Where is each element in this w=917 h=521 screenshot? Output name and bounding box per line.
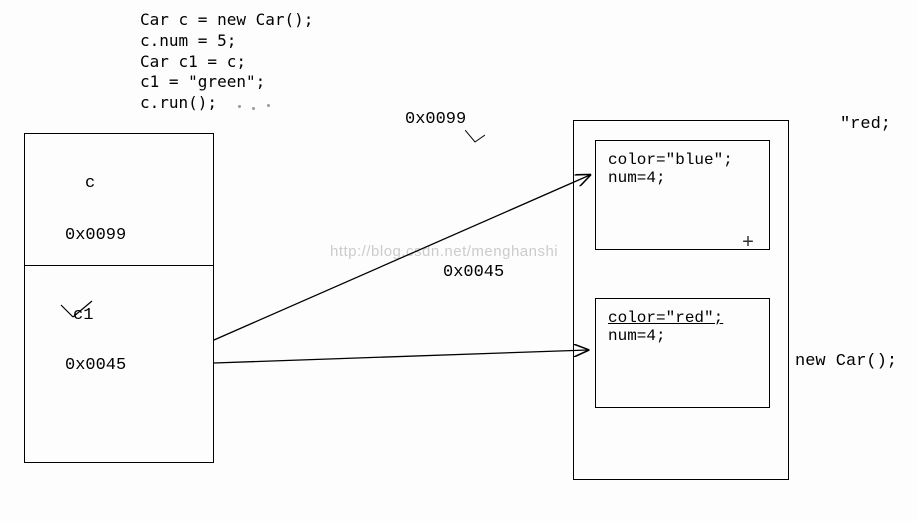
- code-line: c1 = "green";: [140, 72, 265, 91]
- code-line: c.num = 5;: [140, 31, 236, 50]
- heap-address-label-1: 0x0099: [405, 110, 466, 129]
- stack-var-c-name: c: [85, 174, 95, 193]
- code-line: Car c = new Car();: [140, 10, 313, 29]
- side-text-red: "red;: [840, 115, 891, 134]
- watermark-text: http://blog.csdn.net/menghanshi: [330, 243, 558, 260]
- heap-address-label-2: 0x0045: [443, 263, 504, 282]
- obj1-num-line: num=4;: [608, 169, 757, 187]
- side-text-new-car: new Car();: [795, 352, 897, 371]
- stack-var-c1-address: 0x0045: [65, 356, 126, 375]
- obj1-color-line: color="blue";: [608, 151, 757, 169]
- code-line: Car c1 = c;: [140, 52, 246, 71]
- obj2-num-line: num=4;: [608, 327, 757, 345]
- stack-var-c-address: 0x0099: [65, 226, 126, 245]
- arrow-c1-to-obj2: [214, 350, 588, 363]
- decorative-dot: [267, 104, 270, 107]
- decorative-dot: [238, 105, 241, 108]
- heap-object-2: color="red"; num=4;: [595, 298, 770, 408]
- stack-var-c1-name: c1: [73, 306, 93, 325]
- stack-box: c 0x0099 c1 0x0045: [24, 133, 214, 463]
- obj2-color-line: color="red";: [608, 309, 757, 327]
- decorative-dot: [252, 107, 255, 110]
- stack-divider: [25, 265, 213, 266]
- code-block: Car c = new Car(); c.num = 5; Car c1 = c…: [140, 10, 313, 114]
- code-line: c.run();: [140, 93, 217, 112]
- cross-mark-icon: +: [742, 232, 754, 255]
- addr-label-tick-icon: [465, 130, 485, 144]
